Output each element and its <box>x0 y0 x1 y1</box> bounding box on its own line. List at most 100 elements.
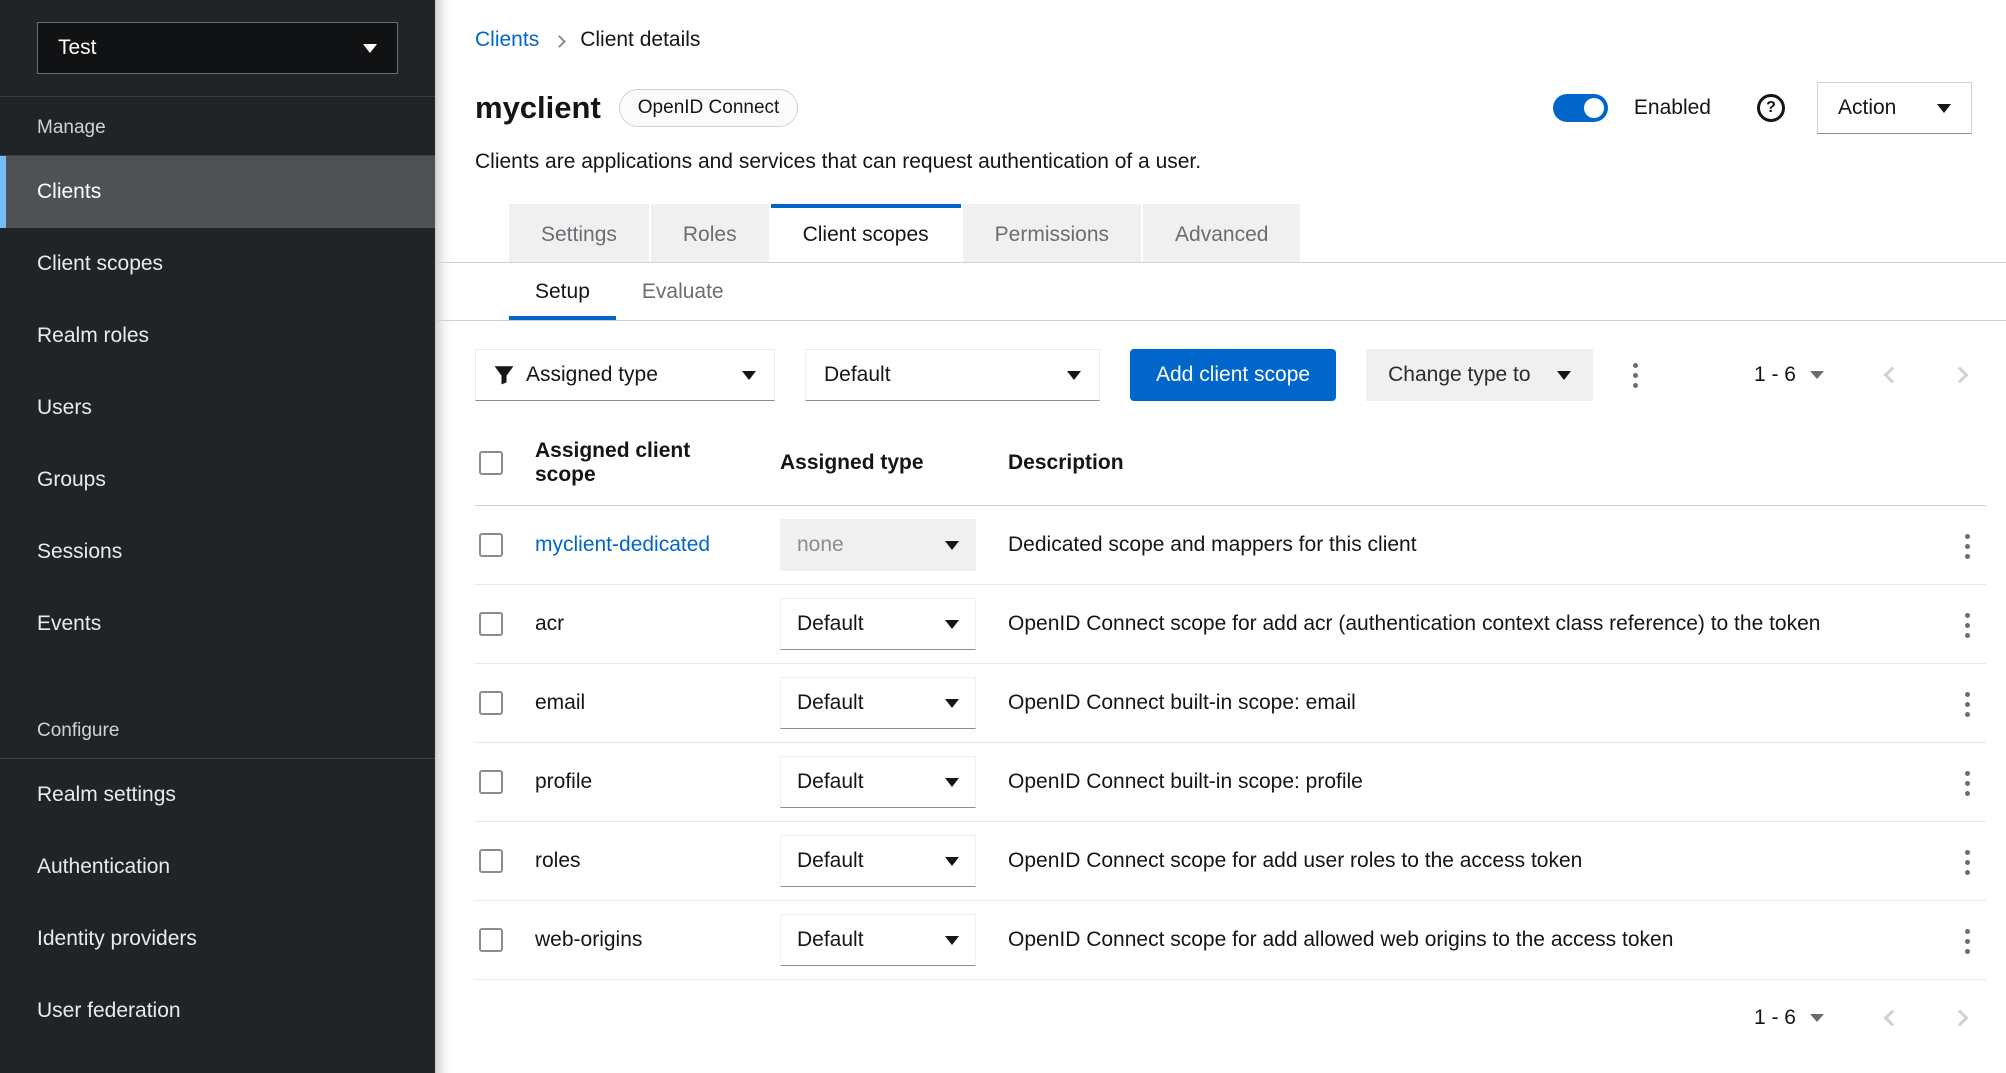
row-checkbox[interactable] <box>479 928 503 952</box>
sidebar-item-authentication[interactable]: Authentication <box>0 831 435 903</box>
breadcrumb-link-clients[interactable]: Clients <box>475 28 539 52</box>
sidebar-item-sessions[interactable]: Sessions <box>0 516 435 588</box>
caret-down-icon[interactable] <box>1810 371 1824 379</box>
filter-type-dropdown[interactable]: Assigned type <box>475 349 775 401</box>
tab-roles[interactable]: Roles <box>651 204 769 262</box>
sidebar-item-label: Client scopes <box>37 252 163 276</box>
assigned-type-dropdown[interactable]: Default <box>780 756 976 808</box>
breadcrumb-current: Client details <box>580 28 700 52</box>
main-content: Clients Client details myclient OpenID C… <box>435 0 2006 1073</box>
assigned-type-value: Default <box>797 928 864 952</box>
row-checkbox[interactable] <box>479 691 503 715</box>
add-client-scope-button[interactable]: Add client scope <box>1130 349 1336 401</box>
angle-right-icon <box>1952 1010 1969 1027</box>
row-kebab-button[interactable] <box>1955 761 1980 806</box>
tab-client-scopes[interactable]: Client scopes <box>771 204 961 262</box>
sidebar-item-label: User federation <box>37 999 181 1023</box>
toolbar-kebab-button[interactable] <box>1623 353 1648 398</box>
tab-settings[interactable]: Settings <box>509 204 649 262</box>
filter-value-dropdown[interactable]: Default <box>805 349 1100 401</box>
realm-selector[interactable]: Test <box>37 22 398 74</box>
sidebar-item-label: Groups <box>37 468 106 492</box>
row-kebab-button[interactable] <box>1955 840 1980 885</box>
assigned-type-dropdown[interactable]: Default <box>780 835 976 887</box>
scope-name: profile <box>535 770 592 793</box>
assigned-type-dropdown[interactable]: Default <box>780 598 976 650</box>
tab-advanced[interactable]: Advanced <box>1143 204 1300 262</box>
assigned-type-value: Default <box>797 770 864 794</box>
scope-description: OpenID Connect scope for add user roles … <box>1008 849 1582 872</box>
row-kebab-button[interactable] <box>1955 603 1980 648</box>
caret-down-icon <box>363 44 377 53</box>
tab-permissions[interactable]: Permissions <box>963 204 1141 262</box>
sidebar-item-realm-roles[interactable]: Realm roles <box>0 300 435 372</box>
table-row: emailDefaultOpenID Connect built-in scop… <box>475 664 1986 743</box>
pagination-prev-button[interactable] <box>1880 363 1904 387</box>
sidebar-item-groups[interactable]: Groups <box>0 444 435 516</box>
sidebar-item-clients[interactable]: Clients <box>0 156 435 228</box>
breadcrumb: Clients Client details <box>475 28 1986 52</box>
row-checkbox[interactable] <box>479 612 503 636</box>
assigned-type-value: Default <box>797 612 864 636</box>
tab-setup[interactable]: Setup <box>509 263 616 320</box>
scope-description: OpenID Connect scope for add acr (authen… <box>1008 612 1820 635</box>
scope-description: OpenID Connect scope for add allowed web… <box>1008 928 1673 951</box>
change-type-dropdown[interactable]: Change type to <box>1366 349 1592 401</box>
row-kebab-button[interactable] <box>1955 919 1980 964</box>
enabled-toggle[interactable] <box>1553 94 1608 122</box>
change-type-label: Change type to <box>1388 363 1530 387</box>
sidebar-item-label: Realm settings <box>37 783 176 807</box>
pagination-next-button[interactable] <box>1948 1006 1972 1030</box>
scope-name-link[interactable]: myclient-dedicated <box>535 533 710 556</box>
nav-section-manage: ManageClientsClient scopesRealm rolesUse… <box>0 97 435 660</box>
angle-left-icon <box>1884 1010 1901 1027</box>
row-checkbox[interactable] <box>479 770 503 794</box>
client-scopes-table: Assigned client scope Assigned type Desc… <box>475 421 1986 980</box>
sidebar-item-events[interactable]: Events <box>0 588 435 660</box>
sidebar-item-label: Clients <box>37 180 101 204</box>
page-title: myclient <box>475 90 601 126</box>
action-dropdown[interactable]: Action <box>1817 82 1972 134</box>
sidebar-item-client-scopes[interactable]: Client scopes <box>0 228 435 300</box>
caret-down-icon[interactable] <box>1810 1014 1824 1022</box>
column-header-description: Description <box>992 421 1928 506</box>
table-row: web-origins Default OpenID Connect scope f… <box>475 901 1986 980</box>
assigned-type-dropdown[interactable]: Default <box>780 677 976 729</box>
column-header-assigned-client-scope: Assigned client scope <box>519 421 764 506</box>
scope-name: roles <box>535 849 581 872</box>
caret-down-icon <box>1067 371 1081 380</box>
sidebar-item-users[interactable]: Users <box>0 372 435 444</box>
select-all-checkbox[interactable] <box>479 451 503 475</box>
table-row: profile Default OpenID Connect built-in sc… <box>475 743 1986 822</box>
table-row: roles Default OpenID Connect scope for add… <box>475 822 1986 901</box>
assigned-type-dropdown[interactable]: none <box>780 519 976 571</box>
filter-value-label: Default <box>824 363 1067 387</box>
sidebar-nav: ManageClientsClient scopesRealm rolesUse… <box>0 97 435 1047</box>
help-icon[interactable]: ? <box>1757 94 1785 122</box>
sidebar-item-identity-providers[interactable]: Identity providers <box>0 903 435 975</box>
scope-description: Dedicated scope and mappers for this cli… <box>1008 533 1417 556</box>
table-row: myclient-dedicated none Dedicated scope an… <box>475 506 1986 585</box>
pagination-next-button[interactable] <box>1948 363 1972 387</box>
sidebar-item-realm-settings[interactable]: Realm settings <box>0 759 435 831</box>
scope-name: web-origins <box>535 928 642 951</box>
action-dropdown-label: Action <box>1838 96 1896 120</box>
row-checkbox[interactable] <box>479 533 503 557</box>
sidebar-item-label: Realm roles <box>37 324 149 348</box>
nav-section-configure: Configure Realm settings AuthenticationIde… <box>0 700 435 1047</box>
caret-down-icon <box>742 371 756 380</box>
row-kebab-button[interactable] <box>1955 524 1980 569</box>
tab-evaluate[interactable]: Evaluate <box>616 263 750 320</box>
table-row: acrDefaultOpenID Connect scope for add a… <box>475 585 1986 664</box>
assigned-type-value: Default <box>797 849 864 873</box>
sidebar-item-user-federation[interactable]: User federation <box>0 975 435 1047</box>
row-kebab-button[interactable] <box>1955 682 1980 727</box>
row-checkbox[interactable] <box>479 849 503 873</box>
subtab-bar: SetupEvaluate <box>435 263 2006 321</box>
nav-section-label: Configure <box>0 700 435 758</box>
assigned-type-dropdown[interactable]: Default <box>780 914 976 966</box>
pagination-prev-button[interactable] <box>1880 1006 1904 1030</box>
caret-down-icon <box>945 857 959 866</box>
pagination-bottom: 1 - 6 <box>475 980 1986 1030</box>
scope-description: OpenID Connect built-in scope: profile <box>1008 770 1363 793</box>
